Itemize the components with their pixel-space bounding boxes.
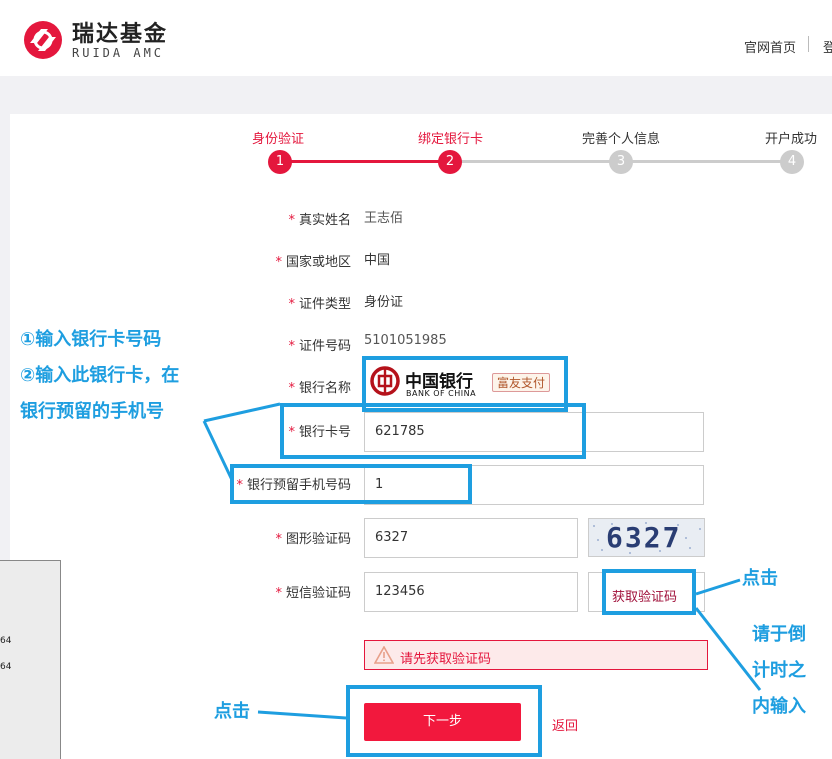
annotation-box-phone bbox=[230, 464, 472, 504]
nav-login-link[interactable]: 登 bbox=[823, 37, 832, 56]
step-connector-1 bbox=[280, 160, 450, 163]
logo-name-cn: 瑞达基金 bbox=[72, 22, 169, 47]
annotation-hint-3: 内输入 bbox=[752, 696, 806, 717]
step-1-label: 身份验证 bbox=[252, 132, 305, 147]
annotation-hint-2: 计时之 bbox=[752, 660, 806, 681]
warning-icon bbox=[374, 646, 394, 664]
logo-name-en: RUIDA AMC bbox=[72, 46, 165, 60]
back-link[interactable]: 返回 bbox=[552, 715, 578, 734]
annotation-step-2a: ②输入此银行卡，在 bbox=[20, 365, 180, 386]
region-value: 中国 bbox=[364, 253, 391, 268]
fragment-text-2: 64 bbox=[0, 662, 12, 672]
annotation-box-next bbox=[346, 685, 542, 757]
id-number-value: 5101051985 bbox=[364, 333, 447, 348]
ruida-logo-icon bbox=[24, 21, 62, 59]
image-code-label: * 图形验证码 bbox=[275, 532, 351, 547]
id-number-label: * 证件号码 bbox=[288, 339, 351, 354]
captcha-text: 6327 bbox=[606, 521, 682, 554]
annotation-step-1: ①输入银行卡号码 bbox=[20, 329, 162, 350]
step-1-circle: 1 bbox=[268, 150, 292, 174]
annotation-step-2b: 银行预留的手机号 bbox=[20, 401, 164, 422]
annotation-click-next: 点击 bbox=[214, 701, 250, 722]
fragment-text-1: 64 bbox=[0, 636, 12, 646]
image-code-input[interactable]: 6327 bbox=[364, 518, 578, 558]
id-type-value: 身份证 bbox=[364, 295, 404, 310]
error-message-text: 请先获取验证码 bbox=[400, 652, 492, 667]
sms-code-label: * 短信验证码 bbox=[275, 586, 351, 601]
bank-name-label: * 银行名称 bbox=[288, 381, 351, 396]
region-label: * 国家或地区 bbox=[275, 255, 351, 270]
step-3-label: 完善个人信息 bbox=[582, 132, 661, 147]
step-connector-3 bbox=[620, 160, 792, 163]
step-4-circle: 4 bbox=[780, 150, 804, 174]
name-label: * 真实姓名 bbox=[288, 213, 351, 228]
step-2-label: 绑定银行卡 bbox=[418, 132, 484, 147]
background-window-fragment bbox=[0, 560, 61, 759]
nav-home-link[interactable]: 官网首页 bbox=[744, 37, 796, 56]
annotation-box-sms bbox=[602, 569, 696, 615]
annotation-box-card bbox=[280, 403, 586, 459]
name-value: 王志佰 bbox=[364, 211, 404, 226]
sms-code-input[interactable]: 123456 bbox=[364, 572, 578, 612]
id-type-label: * 证件类型 bbox=[288, 297, 351, 312]
step-connector-2 bbox=[450, 160, 620, 163]
annotation-hint-1: 请于倒 bbox=[752, 624, 806, 645]
step-2-circle: 2 bbox=[438, 150, 462, 174]
step-4-label: 开户成功 bbox=[765, 132, 818, 147]
step-3-circle: 3 bbox=[609, 150, 633, 174]
nav-divider bbox=[808, 36, 809, 52]
annotation-click-sms: 点击 bbox=[742, 568, 778, 589]
